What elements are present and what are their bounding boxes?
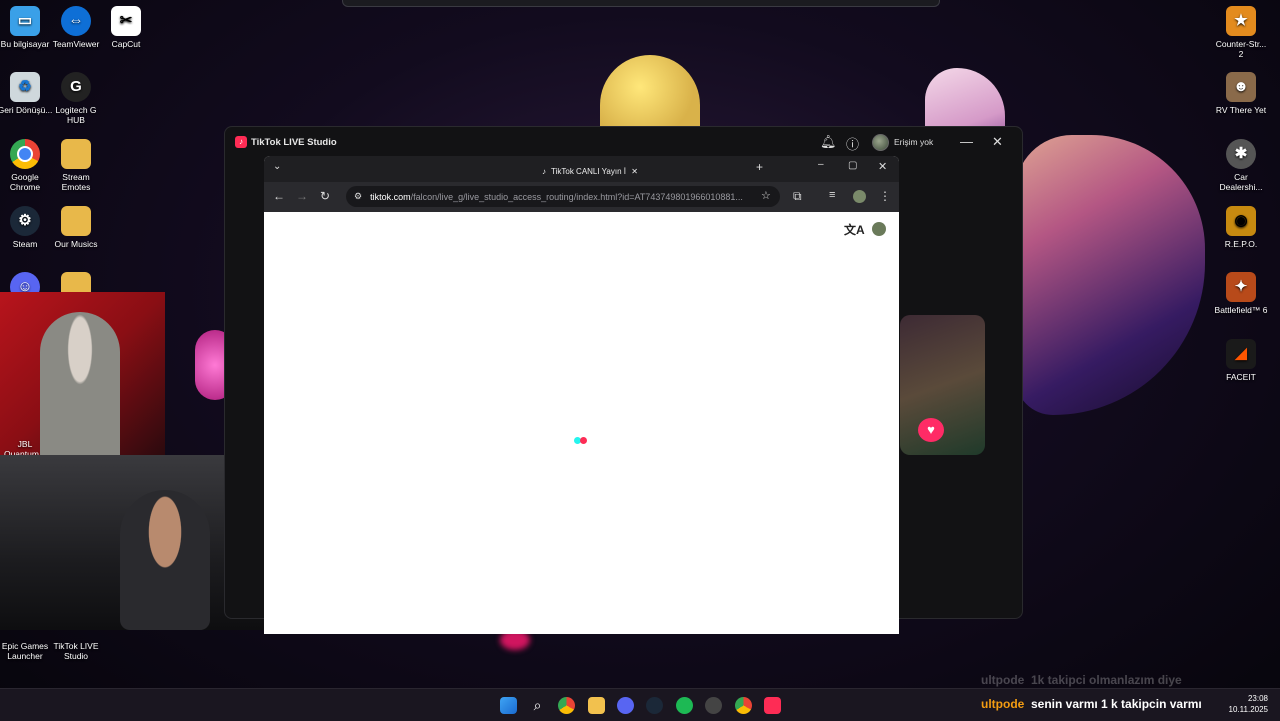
profile-avatar[interactable]: [853, 190, 866, 203]
browser-tab-strip: ⌄ ♪ TikTok CANLI Yayın İ ✕ + – ▢ ✕: [264, 156, 899, 182]
top-window-edge: [342, 0, 940, 7]
chat-text: senin varmı 1 k takipcin varmı: [1031, 697, 1202, 711]
browser-toolbar: ← → ↻ ⚙ tiktok.com/falcon/live_g/live_st…: [264, 182, 899, 212]
tab-search-chevron-icon[interactable]: ⌄: [273, 161, 281, 172]
url-host: tiktok.com: [370, 191, 411, 202]
car-icon: ✱: [1226, 139, 1256, 169]
desktop-icon-our-musics[interactable]: Our Musics: [48, 206, 104, 249]
file-explorer-icon[interactable]: [588, 697, 605, 714]
steam-icon: ⚙: [10, 206, 40, 236]
wallpaper-yellow-shape: [600, 55, 700, 135]
chrome-icon[interactable]: [558, 697, 575, 714]
rv-icon: ☻: [1226, 72, 1256, 102]
reload-icon[interactable]: ↻: [320, 189, 330, 203]
browser-window[interactable]: ⌄ ♪ TikTok CANLI Yayın İ ✕ + – ▢ ✕ ← → ↻…: [264, 156, 899, 634]
more-menu-icon[interactable]: ⋮: [879, 189, 891, 203]
tiktok-favicon-icon: ♪: [542, 166, 546, 176]
spotify-icon[interactable]: [676, 697, 693, 714]
chrome-icon: [10, 139, 40, 169]
system-clock[interactable]: 23:08 10.11.2025: [1229, 693, 1268, 715]
maximize-icon[interactable]: ▢: [848, 160, 857, 171]
desktop-icon-faceit[interactable]: ◢ FACEIT: [1213, 339, 1269, 382]
jbl-icon: [10, 428, 40, 436]
steam-icon[interactable]: [646, 697, 663, 714]
chat-username: ultpode: [981, 697, 1025, 711]
capcut-icon: ✂: [111, 6, 141, 36]
site-settings-icon[interactable]: ⚙: [354, 191, 362, 202]
chat-message-previous: ultpode 1k takipci olmanlazım diye: [981, 673, 1182, 687]
desktop-icon-teamviewer[interactable]: ⇔ TeamViewer: [48, 6, 104, 49]
translate-icon[interactable]: 文A: [844, 221, 865, 238]
wallpaper-3d-shape: [1015, 135, 1205, 415]
minimize-icon[interactable]: —: [960, 134, 973, 149]
chat-message: ultpode senin varmı 1 k takipcin varmı: [981, 697, 1202, 711]
desktop-icon-epic-games[interactable]: Epic Games Launcher: [0, 628, 53, 661]
app-icon[interactable]: [705, 697, 722, 714]
close-icon[interactable]: ✕: [878, 160, 887, 173]
url-path: /falcon/live_g/live_studio_access_routin…: [410, 191, 743, 202]
desktop-icon-logitech[interactable]: G Logitech G HUB: [48, 72, 104, 125]
loading-dot-red: [580, 437, 587, 444]
monitor-icon: ▭: [10, 6, 40, 36]
logitech-icon: G: [61, 72, 91, 102]
clock-date: 10.11.2025: [1228, 705, 1268, 714]
faceit-icon: ◢: [1226, 339, 1256, 369]
address-bar[interactable]: ⚙ tiktok.com/falcon/live_g/live_studio_a…: [346, 186, 780, 207]
desktop-icon-rv-there-yet[interactable]: ☻ RV There Yet: [1213, 72, 1269, 115]
discord-icon[interactable]: [617, 697, 634, 714]
back-icon[interactable]: ←: [273, 189, 285, 203]
minimize-icon[interactable]: –: [818, 159, 824, 170]
browser-tab-title: TikTok CANLI Yayın İ: [551, 166, 626, 176]
folder-icon: [61, 139, 91, 169]
extensions-icon[interactable]: ⧉: [793, 189, 802, 204]
tab-close-icon[interactable]: ✕: [631, 167, 638, 176]
tiktok-icon[interactable]: [764, 697, 781, 714]
heart-icon: ♥: [918, 418, 944, 442]
desktop-icon-steam[interactable]: ⚙ Steam: [0, 206, 53, 249]
epic-icon: [10, 628, 40, 638]
new-tab-icon[interactable]: +: [756, 160, 763, 174]
forward-icon[interactable]: →: [296, 189, 308, 203]
cs2-icon: ★: [1226, 6, 1256, 36]
bookmark-star-icon[interactable]: ☆: [761, 189, 771, 202]
desktop-icon-tiktok-live-studio[interactable]: TikTok LIVE Studio: [48, 628, 104, 661]
windows-start-icon[interactable]: [500, 697, 517, 714]
desktop-icon-capcut[interactable]: ✂ CapCut: [98, 6, 154, 49]
folder-icon: [61, 206, 91, 236]
desktop-icon-battlefield[interactable]: ✦ Battlefield™ 6: [1213, 272, 1269, 315]
desktop-icon-stream-emotes[interactable]: Stream Emotes: [48, 139, 104, 192]
tiktok-icon: [61, 628, 91, 638]
browser-tab[interactable]: ♪ TikTok CANLI Yayın İ ✕: [534, 160, 646, 182]
desktop-icon-recycle-bin[interactable]: ♻ Geri Dönüşü...: [0, 72, 53, 115]
search-icon[interactable]: ⌕: [529, 697, 546, 714]
avatar: [872, 133, 889, 151]
battlefield-icon: ✦: [1226, 272, 1256, 302]
recycle-bin-icon: ♻: [10, 72, 40, 102]
bell-icon[interactable]: 🔔︎: [820, 134, 837, 150]
account-status[interactable]: Erişim yok: [872, 133, 934, 151]
help-icon[interactable]: ⓘ: [846, 134, 859, 153]
clock-time: 23:08: [1247, 694, 1268, 703]
desktop-icon-cs2[interactable]: ★ Counter-Str... 2: [1213, 6, 1269, 59]
account-status-label: Erişim yok: [894, 137, 934, 147]
reading-list-icon[interactable]: ≡: [829, 189, 835, 201]
desktop-icon-repo[interactable]: ◉ R.E.P.O.: [1213, 206, 1269, 249]
studio-window-title: TikTok LIVE Studio: [251, 137, 337, 148]
desktop-icon-this-pc[interactable]: ▭ Bu bilgisayar: [0, 6, 53, 49]
tiktok-logo-icon: ♪: [235, 136, 247, 148]
page-content: 文A: [264, 212, 899, 634]
user-avatar[interactable]: [872, 222, 886, 236]
desktop-icon-car-dealership[interactable]: ✱ Car Dealershi...: [1213, 139, 1269, 192]
teamviewer-icon: ⇔: [61, 6, 91, 36]
repo-icon: ◉: [1226, 206, 1256, 236]
desktop-icon-chrome[interactable]: Google Chrome: [0, 139, 53, 192]
close-icon[interactable]: ✕: [992, 134, 1003, 150]
chrome-window-icon[interactable]: [735, 697, 752, 714]
